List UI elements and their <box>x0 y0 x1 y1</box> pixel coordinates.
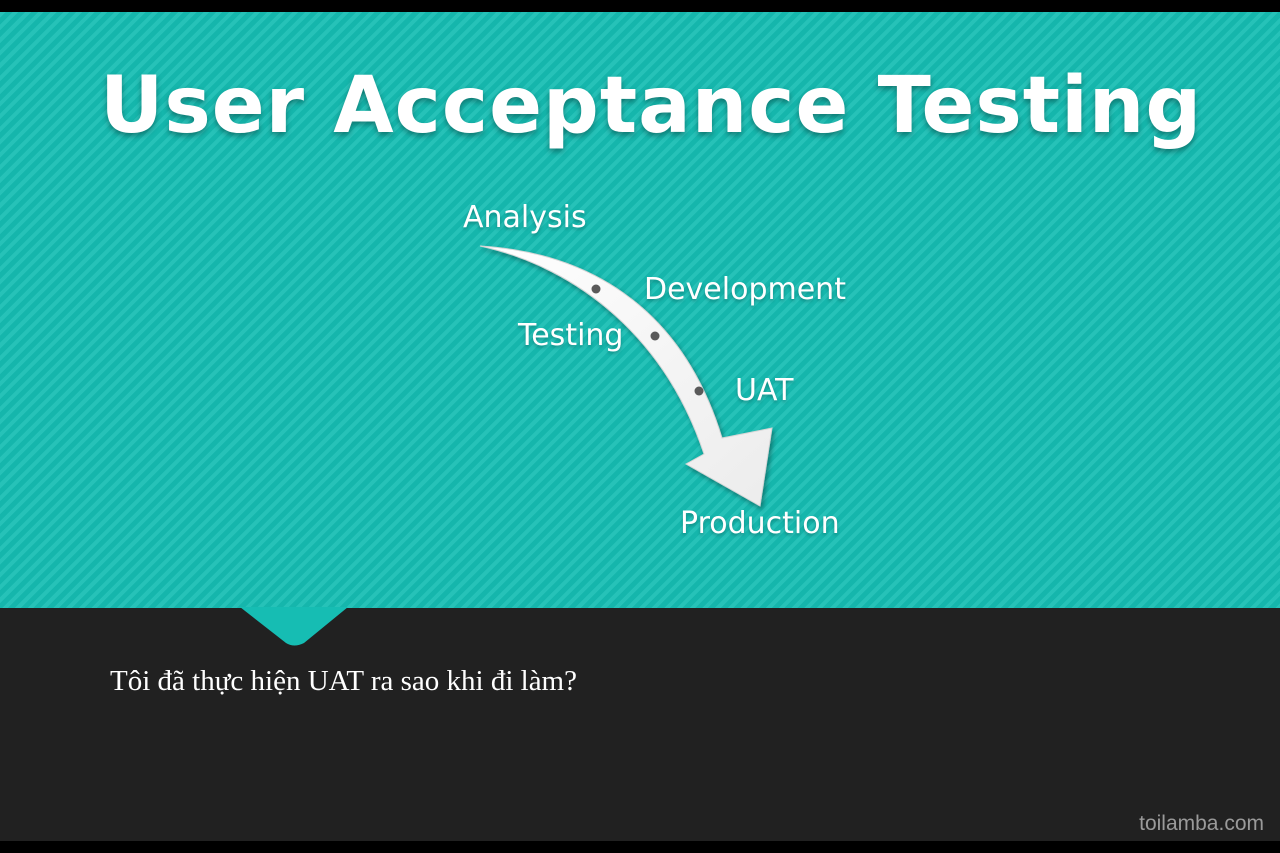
stage-marker-dot <box>694 386 704 396</box>
stage-marker-dot <box>591 284 601 294</box>
slide: User Acceptance Testing Analysis Develop… <box>0 0 1280 853</box>
stage-label-analysis: Analysis <box>463 200 587 235</box>
stage-marker-dot <box>650 331 660 341</box>
stage-label-production: Production <box>680 506 840 541</box>
process-arrow-diagram <box>479 245 773 507</box>
site-watermark: toilamba.com <box>1139 812 1264 835</box>
stage-label-testing: Testing <box>518 318 624 353</box>
slide-caption: Tôi đã thực hiện UAT ra sao khi đi làm? <box>110 665 577 697</box>
stage-label-uat: UAT <box>735 373 794 408</box>
stage-label-development: Development <box>644 272 846 307</box>
